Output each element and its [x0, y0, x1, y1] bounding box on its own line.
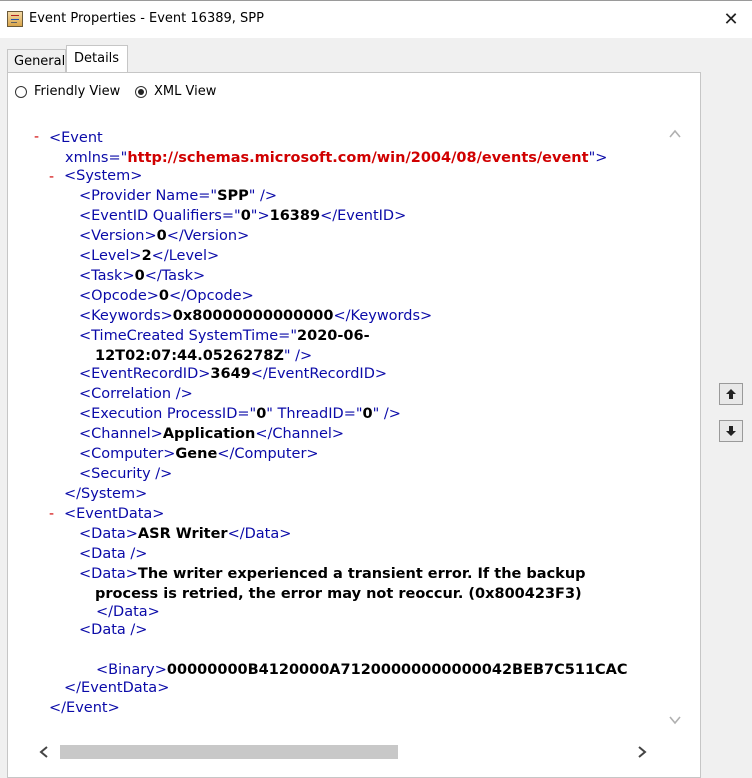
horizontal-scrollbar[interactable]: [24, 741, 685, 763]
scroll-up-icon[interactable]: [668, 127, 682, 141]
xml-eventrecordid: <EventRecordID>3649</EventRecordID>: [79, 366, 388, 382]
xml-event-open: <Event: [49, 130, 103, 146]
xml-system-open: <System>: [64, 168, 143, 184]
xml-view-option[interactable]: XML View: [135, 84, 216, 99]
xml-provider: <Provider Name="SPP" />: [79, 188, 278, 204]
xml-data-2: <Data />: [79, 546, 148, 562]
xml-binary: <Binary>00000000B4120000A712000000000000…: [96, 662, 628, 678]
horizontal-scroll-thumb[interactable]: [60, 745, 398, 759]
vertical-scrollbar[interactable]: [666, 113, 685, 741]
previous-event-button[interactable]: [719, 383, 743, 405]
friendly-view-option[interactable]: Friendly View: [15, 84, 120, 99]
xml-timecreated: <TimeCreated SystemTime="2020-06-: [79, 328, 370, 344]
close-button[interactable]: ✕: [710, 1, 752, 38]
xml-security: <Security />: [79, 466, 173, 482]
scroll-down-icon[interactable]: [668, 713, 682, 727]
xml-correlation: <Correlation />: [79, 386, 193, 402]
title-bar: Event Properties - Event 16389, SPP ✕: [0, 0, 752, 38]
xml-data-1: <Data>ASR Writer</Data>: [79, 526, 292, 542]
window-title: Event Properties - Event 16389, SPP: [29, 11, 264, 26]
tab-general[interactable]: General: [7, 49, 66, 73]
xml-data-3-close: </Data>: [96, 604, 160, 620]
scroll-right-icon[interactable]: [636, 745, 648, 759]
xml-view-radio[interactable]: [135, 85, 147, 98]
next-event-button[interactable]: [719, 420, 743, 442]
xml-data-3-cont: process is retried, the error may not re…: [95, 586, 582, 602]
xml-level: <Level>2</Level>: [79, 248, 220, 264]
xml-event-close: </Event>: [49, 700, 120, 716]
xml-view-label: XML View: [154, 84, 217, 99]
arrow-up-icon: [726, 389, 736, 399]
arrow-down-icon: [726, 426, 736, 436]
xml-data-3: <Data>The writer experienced a transient…: [79, 566, 586, 582]
tab-details-label: Details: [74, 51, 120, 66]
xml-computer: <Computer>Gene</Computer>: [79, 446, 319, 462]
collapse-system-toggle[interactable]: -: [49, 169, 54, 185]
tab-details[interactable]: Details: [66, 45, 128, 73]
xml-keywords: <Keywords>0x80000000000000</Keywords>: [79, 308, 433, 324]
xml-system-close: </System>: [64, 486, 148, 502]
xml-eventid: <EventID Qualifiers="0">16389</EventID>: [79, 208, 407, 224]
xml-version: <Version>0</Version>: [79, 228, 250, 244]
collapse-event-toggle[interactable]: -: [34, 129, 39, 145]
xml-content[interactable]: - <Event xmlns="http://schemas.microsoft…: [24, 113, 685, 741]
xml-timecreated-cont: 12T02:07:44.0526278Z" />: [95, 348, 313, 364]
friendly-view-label: Friendly View: [34, 84, 121, 99]
xml-eventdata-close: </EventData>: [64, 680, 170, 696]
xml-opcode: <Opcode>0</Opcode>: [79, 288, 254, 304]
event-viewer-app-icon: [7, 11, 23, 27]
xml-data-4: <Data />: [79, 622, 148, 638]
xml-execution: <Execution ProcessID="0" ThreadID="0" />: [79, 406, 401, 422]
friendly-view-radio[interactable]: [15, 85, 27, 98]
xml-channel: <Channel>Application</Channel>: [79, 426, 345, 442]
close-icon: ✕: [723, 9, 739, 30]
collapse-eventdata-toggle[interactable]: -: [49, 506, 54, 522]
xml-eventdata-open: <EventData>: [64, 506, 165, 522]
scroll-left-icon[interactable]: [38, 745, 50, 759]
tab-general-label: General: [14, 54, 66, 69]
xml-event-xmlns: xmlns="http://schemas.microsoft.com/win/…: [65, 150, 608, 166]
xml-task: <Task>0</Task>: [79, 268, 206, 284]
